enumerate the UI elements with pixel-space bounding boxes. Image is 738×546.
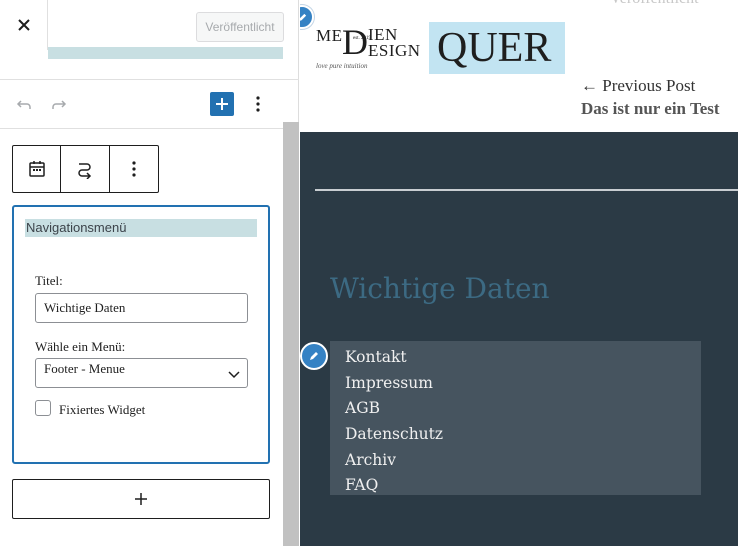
footer-divider: [315, 189, 738, 191]
title-label: Titel:: [35, 273, 63, 288]
fixed-widget-label: Fixiertes Widget: [59, 402, 146, 417]
publish-button[interactable]: Veröffentlicht: [196, 12, 284, 42]
more-vertical-icon: [132, 161, 136, 177]
redo-button[interactable]: [48, 94, 70, 116]
panel-header-strip: [48, 47, 283, 59]
widget-title: Navigationsmenü: [25, 219, 257, 237]
footer-menu-item[interactable]: Archiv: [345, 448, 701, 474]
site-header: Veröffentlicht ME D est. 2019 IEN ESIGN …: [300, 0, 738, 132]
move-to-icon: [78, 163, 92, 179]
footer-menu-item[interactable]: Datenschutz: [345, 422, 701, 448]
footer-widget-title: Wichtige Daten: [330, 272, 550, 305]
menu-select-label: Wähle ein Menü:: [35, 339, 126, 354]
close-button[interactable]: [0, 0, 48, 50]
pencil-icon: [300, 13, 306, 21]
calendar-icon: [28, 161, 45, 177]
navigation-menu-widget[interactable]: Navigationsmenü Titel: Wähle ein Menü: F…: [12, 205, 270, 464]
panel-scrollbar[interactable]: [283, 122, 299, 546]
footer-menu-item[interactable]: FAQ: [345, 473, 701, 499]
edit-shortcut-button[interactable]: [300, 342, 328, 370]
cut-off-text: Veröffentlicht: [610, 0, 699, 8]
logo-text-esign: ESIGN: [368, 41, 421, 60]
block-options-button[interactable]: [110, 146, 158, 192]
customizer-panel: Veröffentlicht Navigationsmenü Titel: Wä…: [0, 0, 299, 546]
title-input[interactable]: [35, 293, 248, 323]
previous-post-link[interactable]: ← Previous Post: [581, 76, 695, 96]
footer-menu-item[interactable]: Kontakt: [345, 345, 701, 371]
edit-shortcut-button[interactable]: [300, 5, 314, 29]
chevron-down-icon: [228, 371, 240, 379]
more-options-button[interactable]: [248, 92, 268, 116]
menu-select[interactable]: Footer - Menue: [35, 358, 248, 388]
undo-icon: [16, 100, 31, 109]
site-logo[interactable]: ME D est. 2019 IEN ESIGN love pure intui…: [316, 22, 565, 74]
add-block-inserter-button[interactable]: [210, 92, 234, 116]
site-preview: Veröffentlicht ME D est. 2019 IEN ESIGN …: [300, 0, 738, 546]
move-to-button[interactable]: [61, 146, 110, 192]
logo-text-me: ME: [316, 26, 343, 45]
redo-icon: [52, 100, 67, 109]
logo-tagline: love pure intuition: [316, 62, 368, 70]
panel-header: Veröffentlicht: [0, 0, 299, 80]
footer-menu-item[interactable]: Impressum: [345, 371, 701, 397]
site-footer: Wichtige Daten Kontakt Impressum AGB Dat…: [300, 132, 738, 546]
add-block-button[interactable]: [12, 479, 270, 519]
plus-icon: [135, 493, 147, 505]
pencil-icon: [310, 352, 318, 360]
footer-menu: Kontakt Impressum AGB Datenschutz Archiv…: [330, 341, 701, 495]
logo-text-d: D: [342, 22, 368, 62]
fixed-widget-checkbox[interactable]: [35, 400, 51, 416]
block-toolbar: [12, 145, 159, 193]
menu-select-value: Footer - Menue: [44, 361, 125, 376]
logo-text-quer: QUER: [429, 22, 565, 74]
close-icon: [17, 19, 30, 31]
undo-button[interactable]: [13, 94, 35, 116]
plus-icon: [216, 98, 228, 110]
previous-post-title[interactable]: Das ist nur ein Test: [581, 99, 720, 119]
footer-menu-item[interactable]: AGB: [345, 396, 701, 422]
more-vertical-icon: [256, 96, 260, 112]
block-type-button[interactable]: [13, 146, 62, 192]
